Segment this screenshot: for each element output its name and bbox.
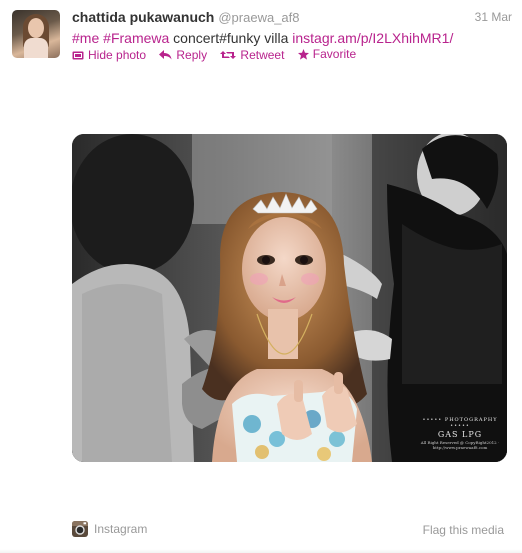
tweet-actions: Hide photo Reply Retweet Favorite — [72, 47, 366, 65]
tweet-text: #me #Framewa concert#funky villa instagr… — [72, 29, 512, 47]
media-provider[interactable]: Instagram — [72, 521, 147, 537]
hashtag-framewa[interactable]: #Framewa — [103, 30, 169, 46]
watermark-line1: ••••• PHOTOGRAPHY ••••• — [422, 417, 498, 429]
favorite-button[interactable]: Favorite — [297, 47, 357, 61]
hide-photo-button[interactable]: Hide photo — [72, 48, 146, 62]
favorite-label: Favorite — [312, 47, 357, 61]
tweet: chattida pukawanuch @praewa_af8 31 Mar #m… — [0, 0, 522, 553]
avatar-body — [24, 38, 48, 58]
photo-watermark: ••••• PHOTOGRAPHY ••••• GAS LPG All Righ… — [417, 417, 503, 450]
reply-label: Reply — [176, 47, 208, 62]
instagram-link[interactable]: instagr.am/p/I2LXhihMR1/ — [292, 30, 453, 46]
avatar[interactable] — [12, 10, 60, 58]
star-icon — [297, 48, 309, 60]
reply-button[interactable]: Reply — [159, 48, 207, 62]
fullname[interactable]: chattida pukawanuch — [72, 9, 214, 25]
retweet-button[interactable]: Retweet — [220, 48, 284, 62]
hide-photo-label: Hide photo — [88, 47, 147, 62]
hashtag-me-label: me — [79, 30, 100, 46]
photo-image — [72, 134, 507, 462]
photo-icon — [72, 51, 84, 59]
retweet-label: Retweet — [240, 47, 285, 62]
divider — [0, 549, 522, 553]
provider-label: Instagram — [94, 522, 148, 536]
avatar-face — [28, 18, 44, 38]
tweet-header: chattida pukawanuch @praewa_af8 31 Mar — [72, 9, 512, 27]
media-footer: Instagram Flag this media — [72, 521, 506, 539]
tweet-text-body: concert#funky villa — [169, 30, 293, 46]
reply-icon — [159, 49, 172, 59]
username[interactable]: @praewa_af8 — [218, 10, 299, 25]
watermark-line3: All Right Reserved @ CopyRight2012 · htt… — [420, 440, 500, 450]
watermark-line2: GAS LPG — [437, 430, 483, 439]
hashtag-framewa-label: Framewa — [110, 30, 170, 46]
flag-media-link[interactable]: Flag this media — [423, 523, 504, 537]
retweet-icon — [220, 50, 237, 59]
hashtag-me[interactable]: #me — [72, 30, 99, 46]
tweet-photo[interactable]: ••••• PHOTOGRAPHY ••••• GAS LPG All Righ… — [72, 134, 507, 462]
instagram-icon — [72, 521, 88, 537]
timestamp[interactable]: 31 Mar — [475, 10, 512, 24]
